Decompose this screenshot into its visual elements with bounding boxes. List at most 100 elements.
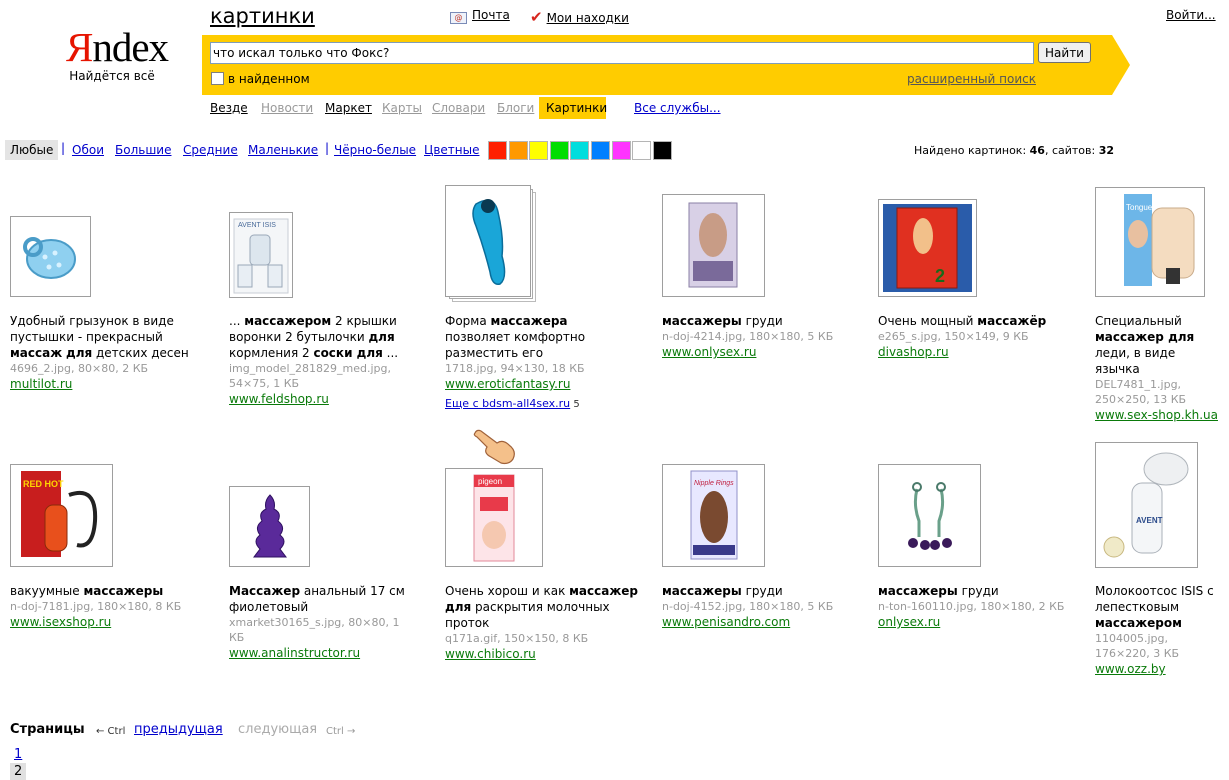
filter-separator: | [325,141,330,155]
result-source-link[interactable]: www.feldshop.ru [229,392,329,406]
result-source-link[interactable]: www.chibico.ru [445,647,536,661]
product-package-image: Tongue [1124,194,1195,286]
result-file-info: 1718.jpg, 94×130, 18 КБ [445,362,585,375]
result-source-link[interactable]: www.penisandro.com [662,615,790,629]
yandex-logo[interactable]: Яndex Найдётся всё [66,26,169,83]
result-thumbnail[interactable] [878,464,981,567]
search-bar: Найти в найденном расширенный поиск [202,35,1130,95]
result-thumbnail[interactable]: AVENT ISIS [229,212,293,298]
mail-link[interactable]: @ Почта [450,8,510,24]
filter-any[interactable]: Любые [10,143,53,157]
color-swatch-cyan[interactable] [570,141,590,160]
page-1-link[interactable]: 1 [10,746,26,763]
result-title: вакуумные массажеры [10,584,164,598]
filter-medium[interactable]: Средние [183,143,238,157]
result-title: массажеры груди [662,584,783,598]
result-source-link[interactable]: www.onlysex.ru [662,345,756,359]
nav-item-market[interactable]: Маркет [325,101,372,115]
nav-item-images[interactable]: Картинки [546,101,607,115]
result-title: ... массажером 2 крышки воронки 2 бутыло… [229,314,399,360]
result-thumbnail[interactable] [445,185,531,297]
nav-item-everywhere[interactable]: Везде [210,101,248,115]
result-source-link[interactable]: onlysex.ru [878,615,940,629]
filter-color[interactable]: Цветные [424,143,479,157]
result-file-info: 4696_2.jpg, 80×80, 2 КБ [10,362,149,375]
result-thumbnail[interactable]: AVENT [1095,442,1198,568]
color-swatch-yellow[interactable] [529,141,549,160]
found-count-label: Найдено картинок: [914,144,1027,157]
result-caption: вакуумные массажеры n-doj-7181.jpg, 180×1… [10,583,205,630]
result-source-link[interactable]: www.eroticfantasy.ru [445,377,570,391]
service-title[interactable]: картинки [210,3,315,29]
nav-item-maps[interactable]: Карты [382,101,422,115]
mail-icon: @ [450,12,467,24]
result-thumbnail[interactable]: Tongue [1095,187,1205,297]
prev-page-link[interactable]: предыдущая [134,722,223,737]
result-file-info: img_model_281829_med.jpg, 54×75, 1 КБ [229,362,391,390]
nav-item-blogs[interactable]: Блоги [497,101,534,115]
my-finds-link[interactable]: ✔ Мои находки [530,8,629,26]
color-swatch-orange[interactable] [508,141,528,160]
filter-black-white[interactable]: Чёрно-белые [334,143,416,157]
nav-item-news[interactable]: Новости [261,101,313,115]
color-swatch-red[interactable] [488,141,507,160]
result-file-info: e265_s.jpg, 150×149, 9 КБ [878,330,1029,343]
search-bar-arrow [1112,35,1130,95]
result-title: массажеры груди [662,314,783,328]
advanced-search-link[interactable]: расширенный поиск [907,72,1036,86]
login-link[interactable]: Войти... [1166,8,1216,22]
result-source-link[interactable]: multilot.ru [10,377,72,391]
result-file-info: n-doj-7181.jpg, 180×180, 8 КБ [10,600,182,613]
result-source-link[interactable]: www.ozz.by [1095,662,1166,676]
result-thumbnail[interactable] [229,486,310,567]
result-source-link[interactable]: divashop.ru [878,345,949,359]
result-caption: Очень мощный массажёр e265_s.jpg, 150×149… [878,313,1073,360]
result-caption: Массажер анальный 17 см фиолетовый xmarke… [229,583,409,661]
result-source-link[interactable]: www.analinstructor.ru [229,646,360,660]
color-swatch-blue[interactable] [591,141,610,160]
color-swatch-black[interactable] [652,141,672,160]
nav-item-dictionaries[interactable]: Словари [432,101,485,115]
result-source-link[interactable]: www.sex-shop.kh.ua [1095,408,1218,422]
result-caption: Молокоотсос ISIS с лепестковым массажеро… [1095,583,1220,677]
result-thumbnail[interactable]: Nipple Rings [662,464,765,567]
filter-wallpapers[interactable]: Обои [72,143,104,157]
color-swatch-magenta[interactable] [611,141,631,160]
color-swatch-white[interactable] [632,141,652,160]
breast-pump-box-image: AVENT ISIS [233,218,289,294]
result-file-info: DEL7481_1.jpg, 250×250, 13 КБ [1095,378,1187,406]
search-button[interactable]: Найти [1038,42,1091,63]
vacuum-pump-image: RED HOT [21,471,98,557]
result-title: Специальный массажер для леди, в виде яз… [1095,314,1195,376]
nipple-clamps-image [908,482,952,550]
more-from-site-link[interactable]: Еще с bdsm-all4sex.ru [445,397,570,410]
result-thumbnail[interactable]: RED HOT [10,464,113,567]
found-sites-count: 32 [1098,144,1115,157]
search-input[interactable] [210,42,1034,64]
result-source-link[interactable]: www.isexshop.ru [10,615,111,629]
color-swatch-green[interactable] [549,141,569,160]
result-file-info: xmarket30165_s.jpg, 80×80, 1 КБ [229,616,400,644]
result-thumbnail[interactable]: 2 [878,199,977,297]
in-found-label: в найденном [228,72,310,86]
result-thumbnail[interactable]: pigeon [445,468,543,567]
result-caption: Удобный грызунок в виде пустышки - прекр… [10,313,205,392]
result-thumbnail[interactable] [662,194,765,297]
page-numbers: 12 [10,746,29,780]
result-thumbnail[interactable] [10,216,91,297]
all-services-link[interactable]: Все службы... [634,101,721,115]
result-file-info: 1104005.jpg, 176×220, 3 КБ [1095,632,1180,660]
package-brand-text: Nipple Rings [694,480,734,487]
pager-title: Страницы [10,722,85,737]
blue-massager-image [472,199,506,285]
filter-large[interactable]: Большие [115,143,171,157]
pacifier-teether-image [23,237,76,279]
package-brand-text: Tongue [1126,203,1153,212]
in-found-option[interactable]: в найденном [211,72,310,86]
in-found-checkbox[interactable] [211,72,224,85]
product-package-image [688,202,738,288]
filter-small[interactable]: Маленькие [248,143,318,157]
result-caption: Очень хорош и как массажер для раскрытия… [445,583,640,662]
result-title: Массажер анальный 17 см фиолетовый [229,584,405,614]
found-images-count: 46 [1029,144,1045,157]
